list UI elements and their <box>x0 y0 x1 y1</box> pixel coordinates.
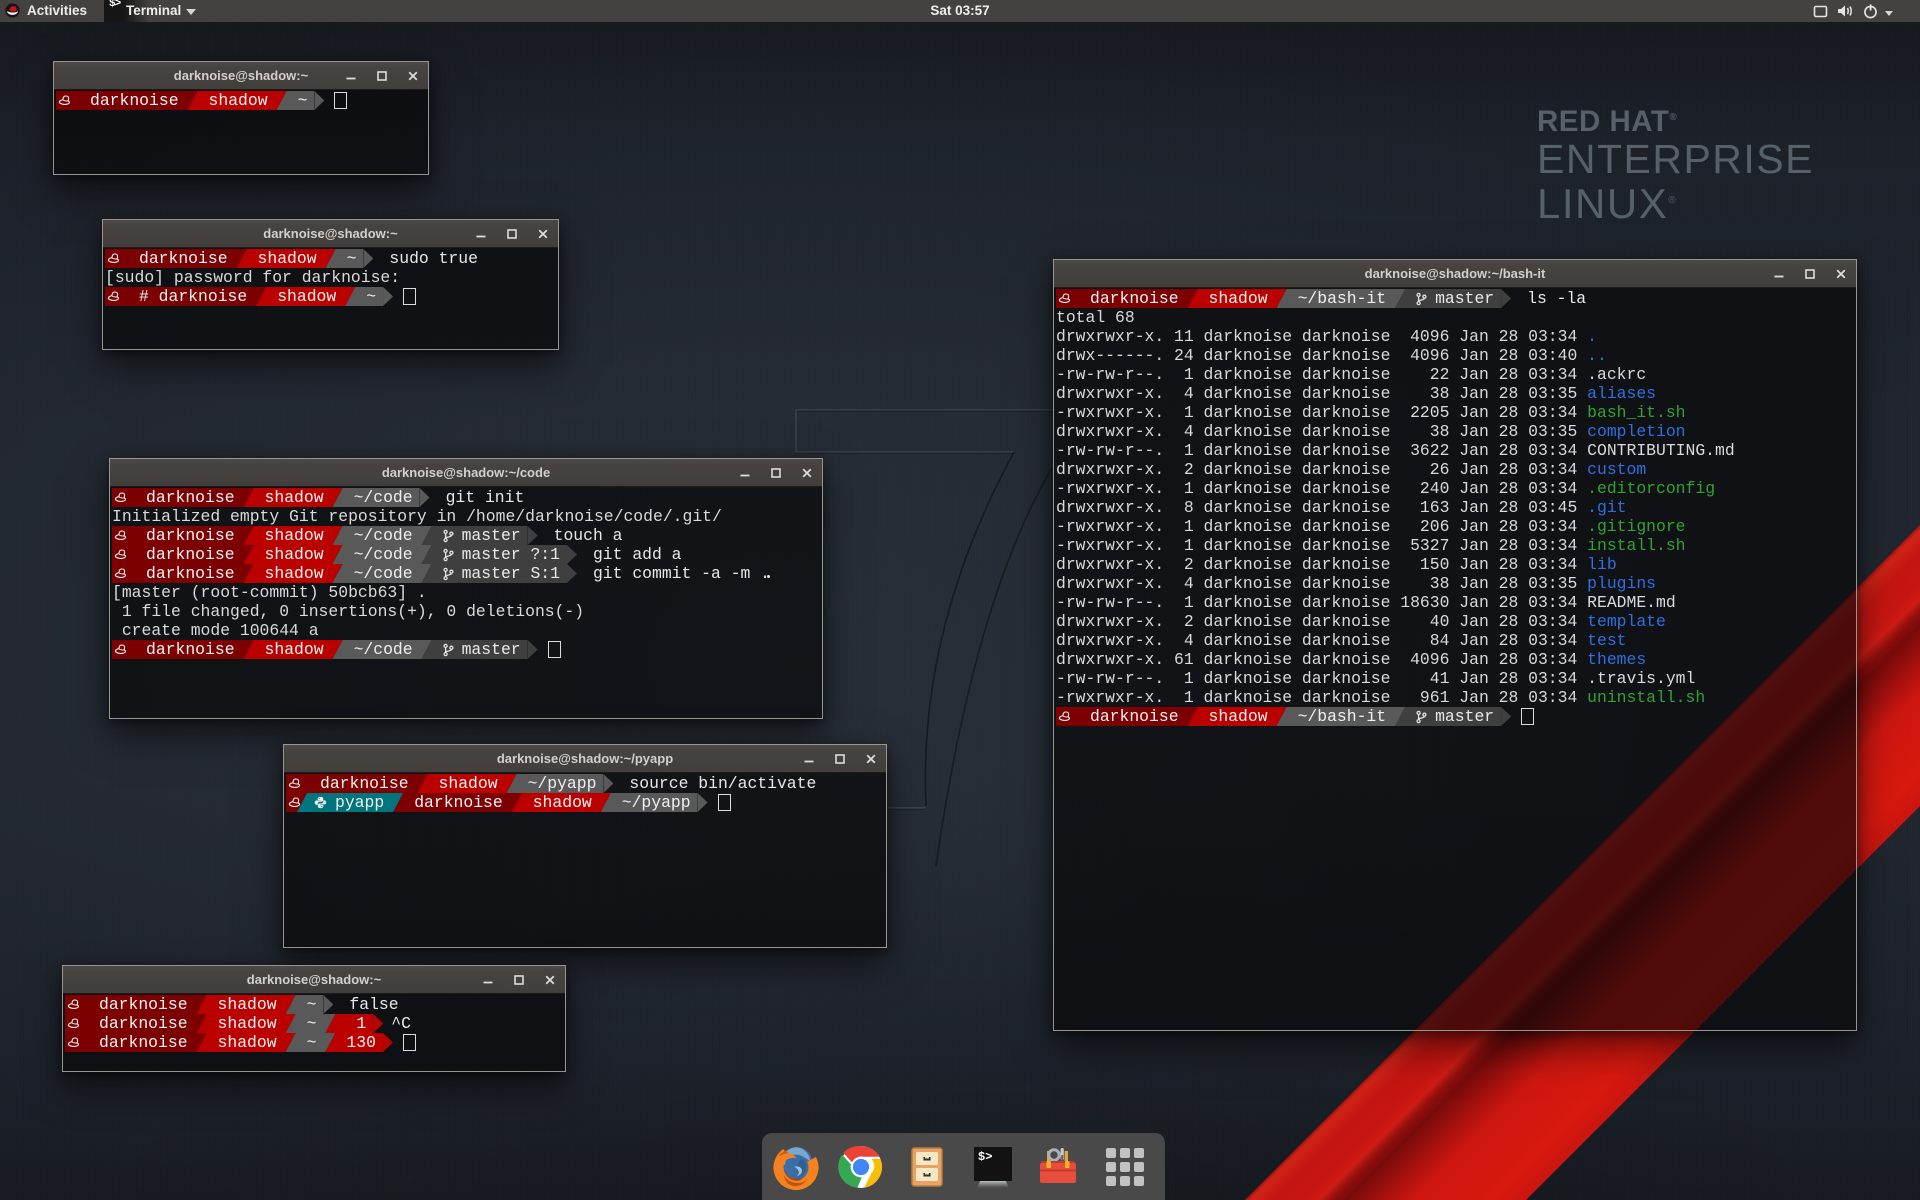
svg-text:$>: $> <box>978 1150 992 1164</box>
